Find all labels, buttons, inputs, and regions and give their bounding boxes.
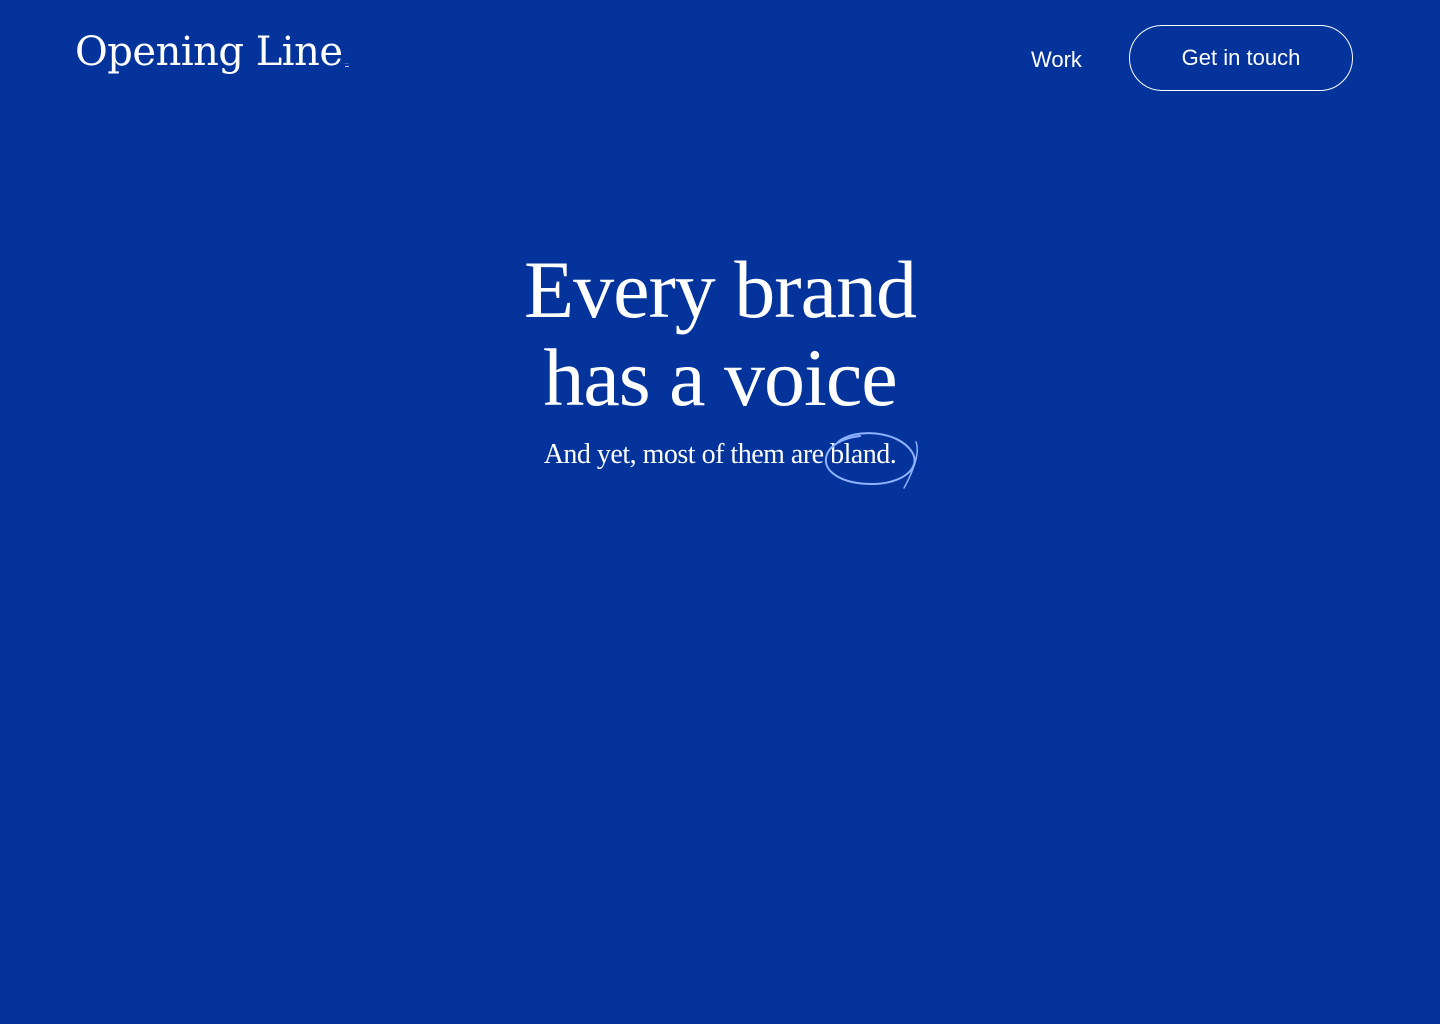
hero-subtitle-highlight-wrap: bland. bbox=[825, 432, 919, 489]
hero-subtitle-prefix: And yet, most of them are bbox=[543, 439, 824, 470]
logo-tagline: — bbox=[344, 60, 349, 67]
hero-subtitle: And yet, most of them are bland. bbox=[543, 432, 919, 489]
hero-title-line-1: Every brand bbox=[524, 244, 917, 335]
nav-link-work[interactable]: Work bbox=[1031, 46, 1082, 74]
hero-title: Every brand has a voice bbox=[0, 246, 1440, 422]
hero-subtitle-highlight: bland. bbox=[830, 439, 897, 470]
hero-title-line-2: has a voice bbox=[543, 332, 897, 423]
logo-link[interactable]: Opening Line — bbox=[75, 28, 349, 76]
get-in-touch-button[interactable]: Get in touch bbox=[1129, 25, 1353, 91]
site-header: Opening Line — Work Get in touch bbox=[0, 0, 1440, 120]
hero-section: Every brand has a voice And yet, most of… bbox=[0, 246, 1440, 489]
logo-text: Opening Line bbox=[75, 29, 343, 75]
